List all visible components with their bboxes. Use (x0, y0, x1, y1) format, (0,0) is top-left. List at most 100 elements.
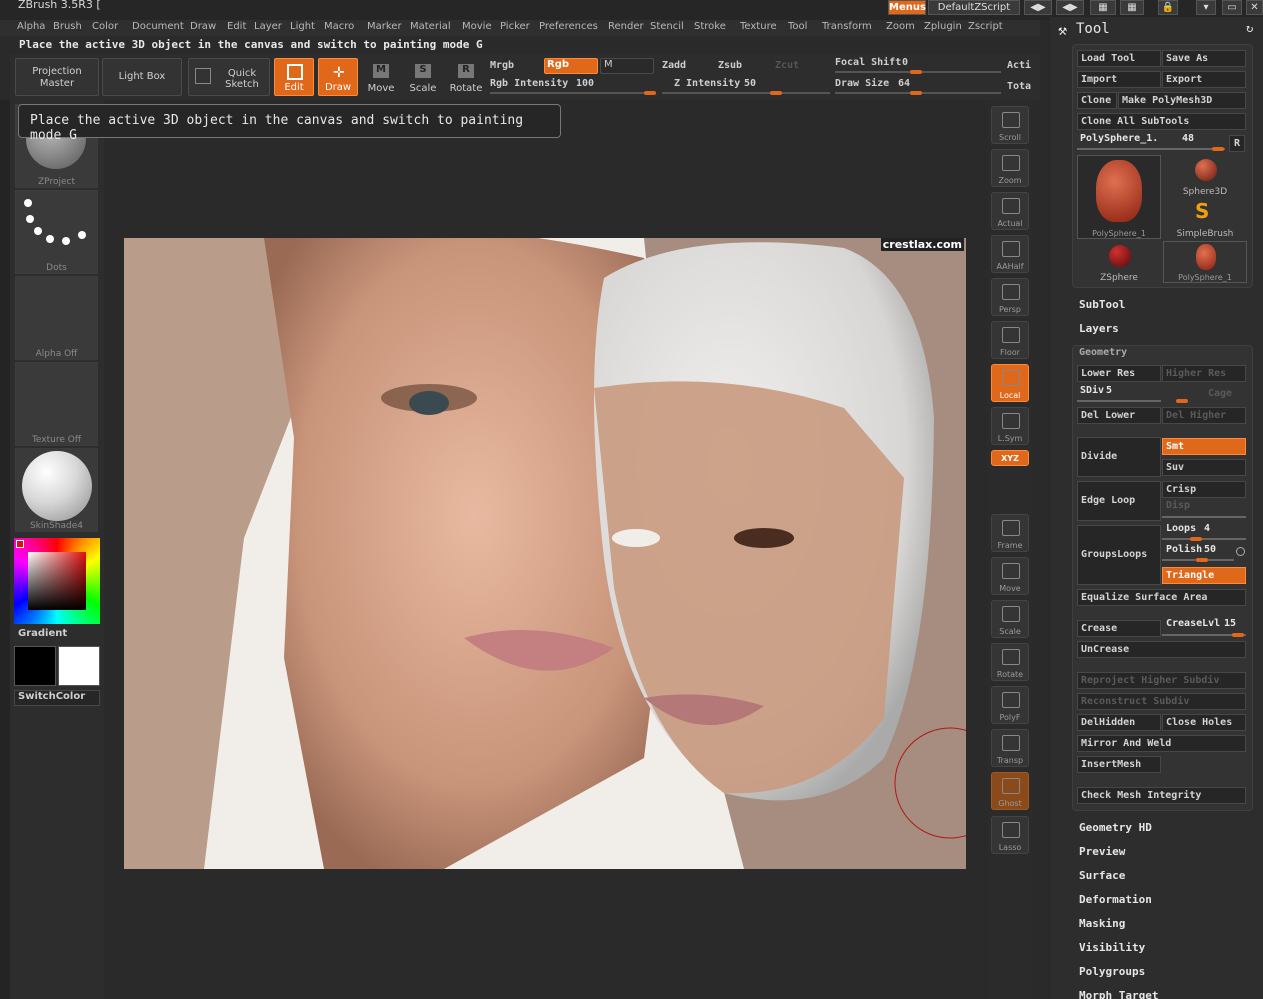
light-box-button[interactable]: Light Box (102, 58, 182, 96)
m-button[interactable]: M (600, 58, 654, 74)
crease-button[interactable]: Crease (1077, 620, 1161, 637)
minimize-icon[interactable]: ▾ (1196, 0, 1216, 15)
menu-picker[interactable]: Picker (500, 21, 530, 32)
menu-render[interactable]: Render (608, 21, 644, 32)
divide-button[interactable]: Divide (1077, 437, 1161, 477)
layout-icon-2[interactable]: ▦ (1120, 0, 1144, 15)
triangle-button[interactable]: Triangle (1162, 567, 1246, 584)
sdiv-slider[interactable] (1077, 400, 1161, 402)
zcut-button[interactable]: Zcut (775, 60, 799, 71)
rgb-intensity-slider[interactable] (490, 92, 656, 94)
shelf-scale-button[interactable]: Scale (991, 600, 1029, 638)
clone-button[interactable]: Clone (1077, 92, 1117, 109)
import-button[interactable]: Import (1077, 71, 1161, 88)
shelf-transp-button[interactable]: Transp (991, 729, 1029, 767)
edge-loop-button[interactable]: Edge Loop (1077, 481, 1161, 521)
section-morph-target[interactable]: Morph Target (1079, 989, 1158, 999)
menu-brush[interactable]: Brush (53, 21, 82, 32)
menu-movie[interactable]: Movie (462, 21, 492, 32)
del-higher-button[interactable]: Del Higher (1162, 407, 1246, 424)
material-thumb[interactable]: SkinShade4 (15, 448, 98, 532)
section-geometry-hd[interactable]: Geometry HD (1079, 821, 1152, 834)
del-lower-button[interactable]: Del Lower (1077, 407, 1161, 424)
del-hidden-button[interactable]: DelHidden (1077, 714, 1161, 731)
rgb-button[interactable]: Rgb (544, 58, 598, 74)
menu-alpha[interactable]: Alpha (17, 21, 45, 32)
menu-tool[interactable]: Tool (788, 21, 807, 32)
menu-marker[interactable]: Marker (367, 21, 402, 32)
edit-button[interactable]: Edit (274, 58, 314, 96)
higher-res-button[interactable]: Higher Res (1162, 365, 1246, 382)
section-masking[interactable]: Masking (1079, 917, 1125, 930)
section-visibility[interactable]: Visibility (1079, 941, 1145, 954)
color-square[interactable] (28, 552, 86, 610)
move-button[interactable]: M Move (362, 58, 400, 96)
canvas-document[interactable]: crestlax.com (124, 238, 966, 869)
shelf-move-button[interactable]: Move (991, 557, 1029, 595)
alpha-thumb[interactable]: Alpha Off (15, 276, 98, 360)
mirror-and-weld-button[interactable]: Mirror And Weld (1077, 735, 1246, 752)
rotate-button[interactable]: R Rotate (446, 58, 486, 96)
scroll-left-icon[interactable]: ◀▶ (1024, 0, 1052, 15)
suv-button[interactable]: Suv (1162, 459, 1246, 476)
load-tool-button[interactable]: Load Tool (1077, 50, 1161, 67)
lower-res-button[interactable]: Lower Res (1077, 365, 1161, 382)
crisp-button[interactable]: Crisp (1162, 481, 1246, 498)
color-picker[interactable] (14, 538, 100, 624)
layout-icon-1[interactable]: ▦ (1090, 0, 1116, 15)
menu-texture[interactable]: Texture (740, 21, 777, 32)
mrgb-button[interactable]: Mrgb (490, 60, 514, 71)
default-zscript-button[interactable]: DefaultZScript (928, 0, 1020, 15)
menu-material[interactable]: Material (410, 21, 451, 32)
lock-icon[interactable]: 🔒 (1158, 0, 1178, 15)
scroll-right-icon[interactable]: ◀▶ (1056, 0, 1084, 15)
scale-button[interactable]: S Scale (404, 58, 442, 96)
menu-zplugin[interactable]: Zplugin (924, 21, 962, 32)
menu-edit[interactable]: Edit (227, 21, 246, 32)
shelf-polyf-button[interactable]: PolyF (991, 686, 1029, 724)
draw-button[interactable]: ✛ Draw (318, 58, 358, 96)
menu-light[interactable]: Light (290, 21, 315, 32)
menu-preferences[interactable]: Preferences (539, 21, 598, 32)
menu-stroke[interactable]: Stroke (694, 21, 726, 32)
menu-transform[interactable]: Transform (822, 21, 872, 32)
loops-knob[interactable] (1190, 537, 1202, 541)
projection-master-button[interactable]: Projection Master (15, 58, 99, 96)
tool-thumb-polysphere[interactable]: PolySphere_1 (1163, 241, 1247, 283)
geometry-header[interactable]: Geometry (1079, 347, 1127, 358)
secondary-color-swatch[interactable] (58, 646, 100, 686)
shelf-floor-button[interactable]: Floor (991, 321, 1029, 359)
tool-thumb-active[interactable]: PolySphere_1 (1077, 155, 1161, 239)
menus-button[interactable]: Menus (888, 0, 926, 15)
r-button[interactable]: R (1229, 135, 1245, 152)
sdiv-knob[interactable] (1176, 399, 1188, 403)
menu-stencil[interactable]: Stencil (650, 21, 684, 32)
section-polygroups[interactable]: Polygroups (1079, 965, 1145, 978)
reconstruct-subdiv-button[interactable]: Reconstruct Subdiv (1077, 693, 1246, 710)
clone-all-subtools-button[interactable]: Clone All SubTools (1077, 113, 1246, 130)
subtool-section[interactable]: SubTool (1079, 298, 1125, 311)
texture-thumb[interactable]: Texture Off (15, 362, 98, 446)
polish-knob[interactable] (1196, 558, 1208, 562)
cage-button[interactable]: Cage (1208, 388, 1232, 399)
gradient-label[interactable]: Gradient (18, 628, 67, 639)
polish-toggle-icon[interactable] (1236, 547, 1245, 556)
section-deformation[interactable]: Deformation (1079, 893, 1152, 906)
shelf-rotate-button[interactable]: Rotate (991, 643, 1029, 681)
z-intensity-knob[interactable] (770, 91, 782, 95)
close-icon[interactable]: ✕ (1246, 0, 1263, 15)
groups-loops-button[interactable]: GroupsLoops (1077, 525, 1161, 585)
menu-zscript[interactable]: Zscript (968, 21, 1003, 32)
save-as-button[interactable]: Save As (1162, 50, 1246, 67)
menu-document[interactable]: Document (132, 21, 184, 32)
section-preview[interactable]: Preview (1079, 845, 1125, 858)
export-button[interactable]: Export (1162, 71, 1246, 88)
shelf-aahalf-button[interactable]: AAHalf (991, 235, 1029, 273)
zadd-button[interactable]: Zadd (662, 60, 686, 71)
crease-level-knob[interactable] (1232, 633, 1244, 637)
shelf-persp-button[interactable]: Persp (991, 278, 1029, 316)
loops-slider[interactable] (1162, 538, 1246, 540)
refresh-icon[interactable]: ↻ (1246, 21, 1253, 35)
shelf-actual-button[interactable]: Actual (991, 192, 1029, 230)
menu-macro[interactable]: Macro (324, 21, 354, 32)
